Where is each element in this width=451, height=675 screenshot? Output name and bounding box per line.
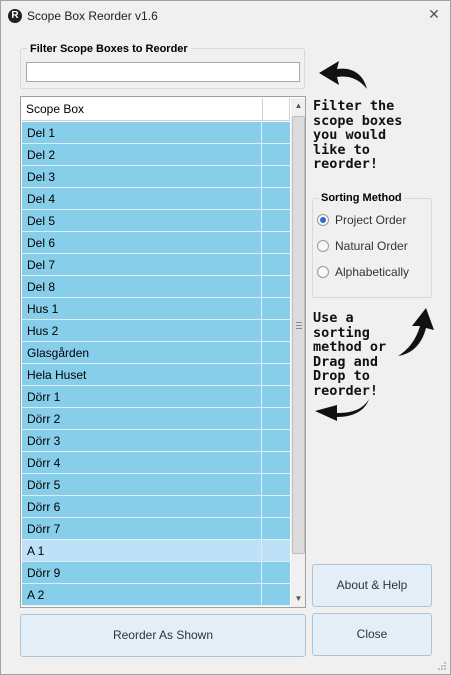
table-row[interactable]: Hus 2 bbox=[22, 320, 290, 342]
about-help-button[interactable]: About & Help bbox=[312, 564, 432, 607]
scope-box-name-cell[interactable]: Del 1 bbox=[22, 122, 262, 144]
grid-header: Scope Box bbox=[22, 98, 290, 121]
filter-input[interactable] bbox=[26, 62, 300, 82]
scope-box-name-cell[interactable]: Del 6 bbox=[22, 232, 262, 254]
resize-grip-icon[interactable] bbox=[437, 661, 447, 671]
curved-arrow-left-down-icon bbox=[315, 399, 369, 421]
scope-box-name-cell[interactable]: A 2 bbox=[22, 584, 262, 606]
table-row[interactable]: Del 1 bbox=[22, 122, 290, 144]
scope-box-name-cell[interactable]: Dörr 9 bbox=[22, 562, 262, 584]
extra-cell bbox=[263, 474, 290, 496]
curved-arrow-left-icon bbox=[319, 61, 367, 89]
extra-cell bbox=[263, 430, 290, 452]
extra-cell bbox=[263, 386, 290, 408]
sorting-method-label: Sorting Method bbox=[319, 192, 404, 204]
table-row[interactable]: Del 5 bbox=[22, 210, 290, 232]
scope-box-name-cell[interactable]: Dörr 1 bbox=[22, 386, 262, 408]
scope-box-name-cell[interactable]: Del 8 bbox=[22, 276, 262, 298]
app-icon: R bbox=[8, 9, 22, 23]
table-row[interactable]: A 2 bbox=[22, 584, 290, 606]
table-row[interactable]: Dörr 9 bbox=[22, 562, 290, 584]
scope-box-name-cell[interactable]: Dörr 7 bbox=[22, 518, 262, 540]
scope-box-grid[interactable]: Scope Box Del 1 Del 2 Del 3 Del 4 Del 5 Del 6… bbox=[20, 96, 306, 608]
table-row[interactable]: Del 4 bbox=[22, 188, 290, 210]
scroll-up-icon[interactable]: ▲ bbox=[291, 98, 305, 114]
window-title: Scope Box Reorder v1.6 bbox=[27, 9, 158, 23]
radio-unchecked-icon bbox=[317, 240, 329, 252]
scope-box-name-cell[interactable]: Dörr 4 bbox=[22, 452, 262, 474]
scope-box-name-cell[interactable]: Del 4 bbox=[22, 188, 262, 210]
table-row[interactable]: Del 8 bbox=[22, 276, 290, 298]
extra-cell bbox=[263, 254, 290, 276]
scope-box-name-cell[interactable]: Del 3 bbox=[22, 166, 262, 188]
table-row[interactable]: Glasgården bbox=[22, 342, 290, 364]
table-row[interactable]: Dörr 2 bbox=[22, 408, 290, 430]
extra-cell bbox=[263, 540, 290, 562]
scope-box-name-cell[interactable]: Dörr 5 bbox=[22, 474, 262, 496]
filter-hint-text: Filter the scope boxes you would like to… bbox=[313, 98, 403, 172]
extra-cell bbox=[263, 298, 290, 320]
scroll-thumb[interactable] bbox=[292, 116, 305, 554]
extra-cell bbox=[263, 452, 290, 474]
table-row[interactable]: Dörr 6 bbox=[22, 496, 290, 518]
radio-label: Natural Order bbox=[335, 239, 408, 253]
table-row[interactable]: Del 2 bbox=[22, 144, 290, 166]
table-row[interactable]: Dörr 5 bbox=[22, 474, 290, 496]
extra-cell bbox=[263, 210, 290, 232]
scroll-down-icon[interactable]: ▼ bbox=[291, 591, 305, 607]
table-row[interactable]: Del 3 bbox=[22, 166, 290, 188]
scope-box-name-cell[interactable]: Hus 2 bbox=[22, 320, 262, 342]
table-row[interactable]: A 1 bbox=[22, 540, 290, 562]
scope-box-name-cell[interactable]: Glasgården bbox=[22, 342, 262, 364]
extra-cell bbox=[263, 276, 290, 298]
radio-label: Project Order bbox=[335, 213, 407, 227]
extra-cell bbox=[263, 342, 290, 364]
table-row[interactable]: Dörr 7 bbox=[22, 518, 290, 540]
reorder-as-shown-button[interactable]: Reorder As Shown bbox=[20, 614, 306, 657]
extra-cell bbox=[263, 364, 290, 386]
radio-label: Alphabetically bbox=[335, 265, 410, 279]
extra-cell bbox=[263, 144, 290, 166]
extra-cell bbox=[263, 320, 290, 342]
scope-box-name-cell[interactable]: Hela Huset bbox=[22, 364, 262, 386]
scope-box-name-cell[interactable]: Del 7 bbox=[22, 254, 262, 276]
filter-label: Filter Scope Boxes to Reorder bbox=[27, 43, 191, 55]
close-icon[interactable]: ✕ bbox=[426, 6, 442, 22]
table-row[interactable]: Del 6 bbox=[22, 232, 290, 254]
extra-cell bbox=[263, 188, 290, 210]
grid-rows: Del 1 Del 2 Del 3 Del 4 Del 5 Del 6 Del 7 Del 8… bbox=[22, 122, 290, 606]
scope-box-name-cell[interactable]: A 1 bbox=[22, 540, 262, 562]
table-row[interactable]: Dörr 1 bbox=[22, 386, 290, 408]
grip-icon bbox=[296, 322, 302, 329]
extra-cell bbox=[263, 232, 290, 254]
main-window: R Scope Box Reorder v1.6 ✕ Filter Scope … bbox=[0, 0, 451, 675]
radio-unchecked-icon bbox=[317, 266, 329, 278]
title-bar[interactable]: R Scope Box Reorder v1.6 ✕ bbox=[1, 1, 450, 31]
extra-cell bbox=[263, 562, 290, 584]
extra-cell bbox=[263, 408, 290, 430]
curved-arrow-up-icon bbox=[398, 308, 434, 356]
extra-cell bbox=[263, 496, 290, 518]
scope-box-name-cell[interactable]: Del 2 bbox=[22, 144, 262, 166]
close-button[interactable]: Close bbox=[312, 613, 432, 656]
table-row[interactable]: Hela Huset bbox=[22, 364, 290, 386]
column-header-scope-box[interactable]: Scope Box bbox=[22, 98, 263, 121]
radio-checked-icon bbox=[317, 214, 329, 226]
extra-cell bbox=[263, 122, 290, 144]
table-row[interactable]: Dörr 3 bbox=[22, 430, 290, 452]
table-row[interactable]: Del 7 bbox=[22, 254, 290, 276]
column-header-extra bbox=[263, 98, 290, 121]
extra-cell bbox=[263, 166, 290, 188]
scope-box-name-cell[interactable]: Dörr 3 bbox=[22, 430, 262, 452]
table-row[interactable]: Dörr 4 bbox=[22, 452, 290, 474]
vertical-scrollbar[interactable]: ▲ ▼ bbox=[291, 98, 305, 607]
extra-cell bbox=[263, 584, 290, 606]
scope-box-name-cell[interactable]: Dörr 2 bbox=[22, 408, 262, 430]
scope-box-name-cell[interactable]: Dörr 6 bbox=[22, 496, 262, 518]
sort-hint-text: Use a sorting method or Drag and Drop to… bbox=[313, 310, 387, 399]
table-row[interactable]: Hus 1 bbox=[22, 298, 290, 320]
extra-cell bbox=[263, 518, 290, 540]
scope-box-name-cell[interactable]: Hus 1 bbox=[22, 298, 262, 320]
scope-box-name-cell[interactable]: Del 5 bbox=[22, 210, 262, 232]
